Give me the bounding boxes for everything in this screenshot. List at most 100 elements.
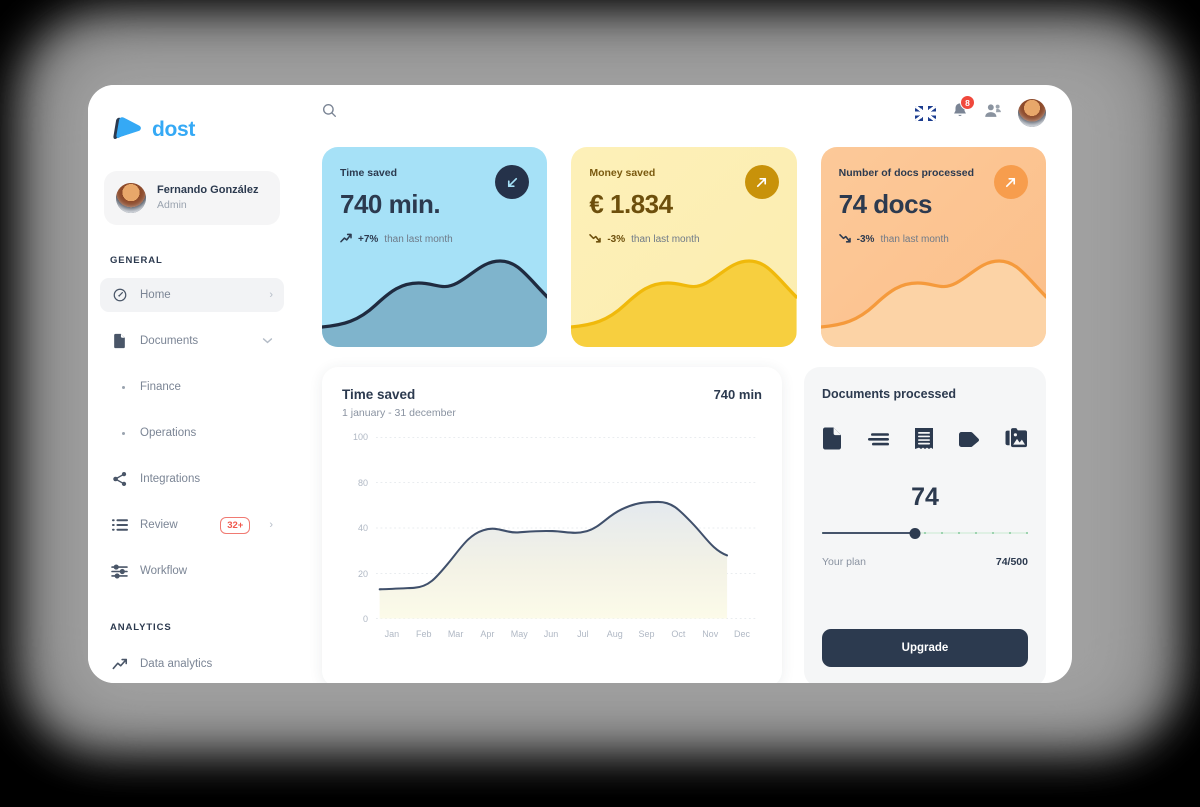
sidebar-item-label: Documents [140,335,199,347]
uk-flag-icon[interactable] [915,105,936,121]
x-tick-label: Nov [702,629,719,639]
y-tick-label: 100 [352,432,368,442]
images-icon[interactable] [1005,428,1028,454]
app-window: dost Fernando González Admin GENERAL Hom… [88,85,1072,683]
sidebar-item-label: Data analytics [140,658,213,670]
status-badge: 32+ [220,516,251,534]
slider-fill [822,531,915,535]
usage-slider[interactable] [822,526,1028,540]
sidebar-section-general: GENERAL [110,255,163,266]
x-tick-label: Sep [638,629,655,639]
trend-up-icon [111,656,128,673]
doc-type-icons [822,427,1028,455]
documents-processed-card: Documents processed 74 Your plan 74/500 … [804,367,1046,683]
y-tick-label: 20 [357,568,368,579]
x-tick-label: Jan [384,629,400,639]
list-icon [111,517,128,534]
chart-plot-area: 100 80 40 20 0 Jan Feb Mar Apr May Jun J… [342,432,762,649]
x-tick-label: Jul [577,629,589,639]
x-tick-label: Jun [543,629,559,639]
sidebar-item-home[interactable]: Home › [100,278,284,312]
brand-name: dost [152,118,196,141]
kpi-card-time-saved[interactable]: Time saved 740 min. +7% than last month [322,147,548,347]
upgrade-button[interactable]: Upgrade [822,629,1028,667]
topbar-actions: 8 [915,95,1046,127]
bell-icon[interactable]: 8 [952,95,975,124]
sidebar-item-workflow[interactable]: Workflow [100,554,284,588]
user-role: Admin [157,199,187,212]
y-tick-label: 40 [357,523,368,533]
tag-icon[interactable] [958,431,980,452]
notification-count-badge: 8 [960,95,975,110]
plan-label: Your plan [822,556,866,568]
time-saved-chart-card: Time saved 1 january - 31 december 740 m… [322,367,782,683]
sidebar-item-label: Operations [140,427,197,439]
avatar[interactable] [1018,99,1046,127]
kpi-card-docs-processed[interactable]: Number of docs processed 74 docs -3% tha… [820,147,1046,347]
main-content: 8 Time saved 740 min. +7% than last mont… [296,85,1072,683]
screenshot-stage: dost Fernando González Admin GENERAL Hom… [0,0,1200,807]
bullet-dot-icon [111,425,128,442]
sidebar-item-review[interactable]: Review 32+ › [100,508,284,542]
docs-count-value: 74 [911,483,939,511]
chart-total-value: 740 min [713,387,762,402]
chevron-right-icon: › [269,519,273,531]
text-lines-icon[interactable] [867,431,889,452]
brand-logo[interactable]: dost [88,113,296,147]
search-icon[interactable] [322,103,337,123]
chart-header: Time saved 1 january - 31 december 740 m… [342,387,762,419]
sidebar-item-documents[interactable]: Documents [100,324,284,358]
x-tick-label: Feb [415,629,432,639]
receipt-icon[interactable] [914,427,934,455]
chart-svg-wrap [376,437,758,619]
sidebar-section-analytics: ANALYTICS [110,622,172,633]
bottom-row: Time saved 1 january - 31 december 740 m… [322,367,1046,683]
share-icon [111,471,128,488]
sidebar-nav: Home › Documents Finance Operations Inte… [88,278,296,681]
sliders-icon [111,563,128,580]
plan-row: Your plan 74/500 [822,556,1028,568]
avatar [116,183,146,213]
arrow-up-right-icon[interactable] [993,165,1028,199]
arrow-up-right-icon[interactable] [744,165,779,199]
sidebar-item-data-analytics[interactable]: Data analytics [100,647,284,681]
gauge-icon [111,287,128,304]
slider-handle[interactable] [909,527,921,539]
x-tick-label: May [510,629,528,639]
play-triangle-icon [110,114,144,146]
chevron-down-icon [262,335,273,347]
kpi-sparkline [571,239,797,347]
topbar: 8 [322,85,1046,141]
sidebar-item-label: Home [140,289,171,301]
sidebar-item-label: Workflow [140,565,188,577]
bullet-dot-icon [111,379,128,396]
kpi-cards: Time saved 740 min. +7% than last month [322,147,1046,347]
x-tick-label: Mar [447,629,464,639]
chart-title: Time saved [342,387,416,402]
sidebar-item-label: Finance [140,381,181,393]
user-name: Fernando González [157,184,259,197]
kpi-sparkline [322,239,548,347]
sidebar-item-integrations[interactable]: Integrations [100,462,284,496]
sidebar: dost Fernando González Admin GENERAL Hom… [88,85,296,683]
area-chart [376,437,758,619]
plan-usage-value: 74/500 [995,556,1028,568]
sidebar-user-card[interactable]: Fernando González Admin [104,171,280,225]
kpi-sparkline [820,239,1046,347]
x-tick-label: Dec [734,629,751,639]
x-tick-label: Aug [606,629,623,639]
file-icon[interactable] [822,427,842,455]
docs-card-title: Documents processed [822,387,957,401]
document-icon [111,333,128,350]
sidebar-item-label: Review [140,519,178,531]
chart-x-axis: Jan Feb Mar Apr May Jun Jul Aug Sep Oct … [342,629,762,639]
x-tick-label: Apr [480,629,495,639]
y-tick-label: 80 [357,477,368,488]
y-tick-label: 0 [362,614,368,624]
sidebar-item-finance[interactable]: Finance [100,370,284,404]
sidebar-item-operations[interactable]: Operations [100,416,284,450]
x-tick-label: Oct [671,629,686,639]
chart-subtitle: 1 january - 31 december [342,407,456,419]
add-user-icon[interactable] [984,103,1002,123]
kpi-card-money-saved[interactable]: Money saved € 1.834 -3% than last month [571,147,797,347]
